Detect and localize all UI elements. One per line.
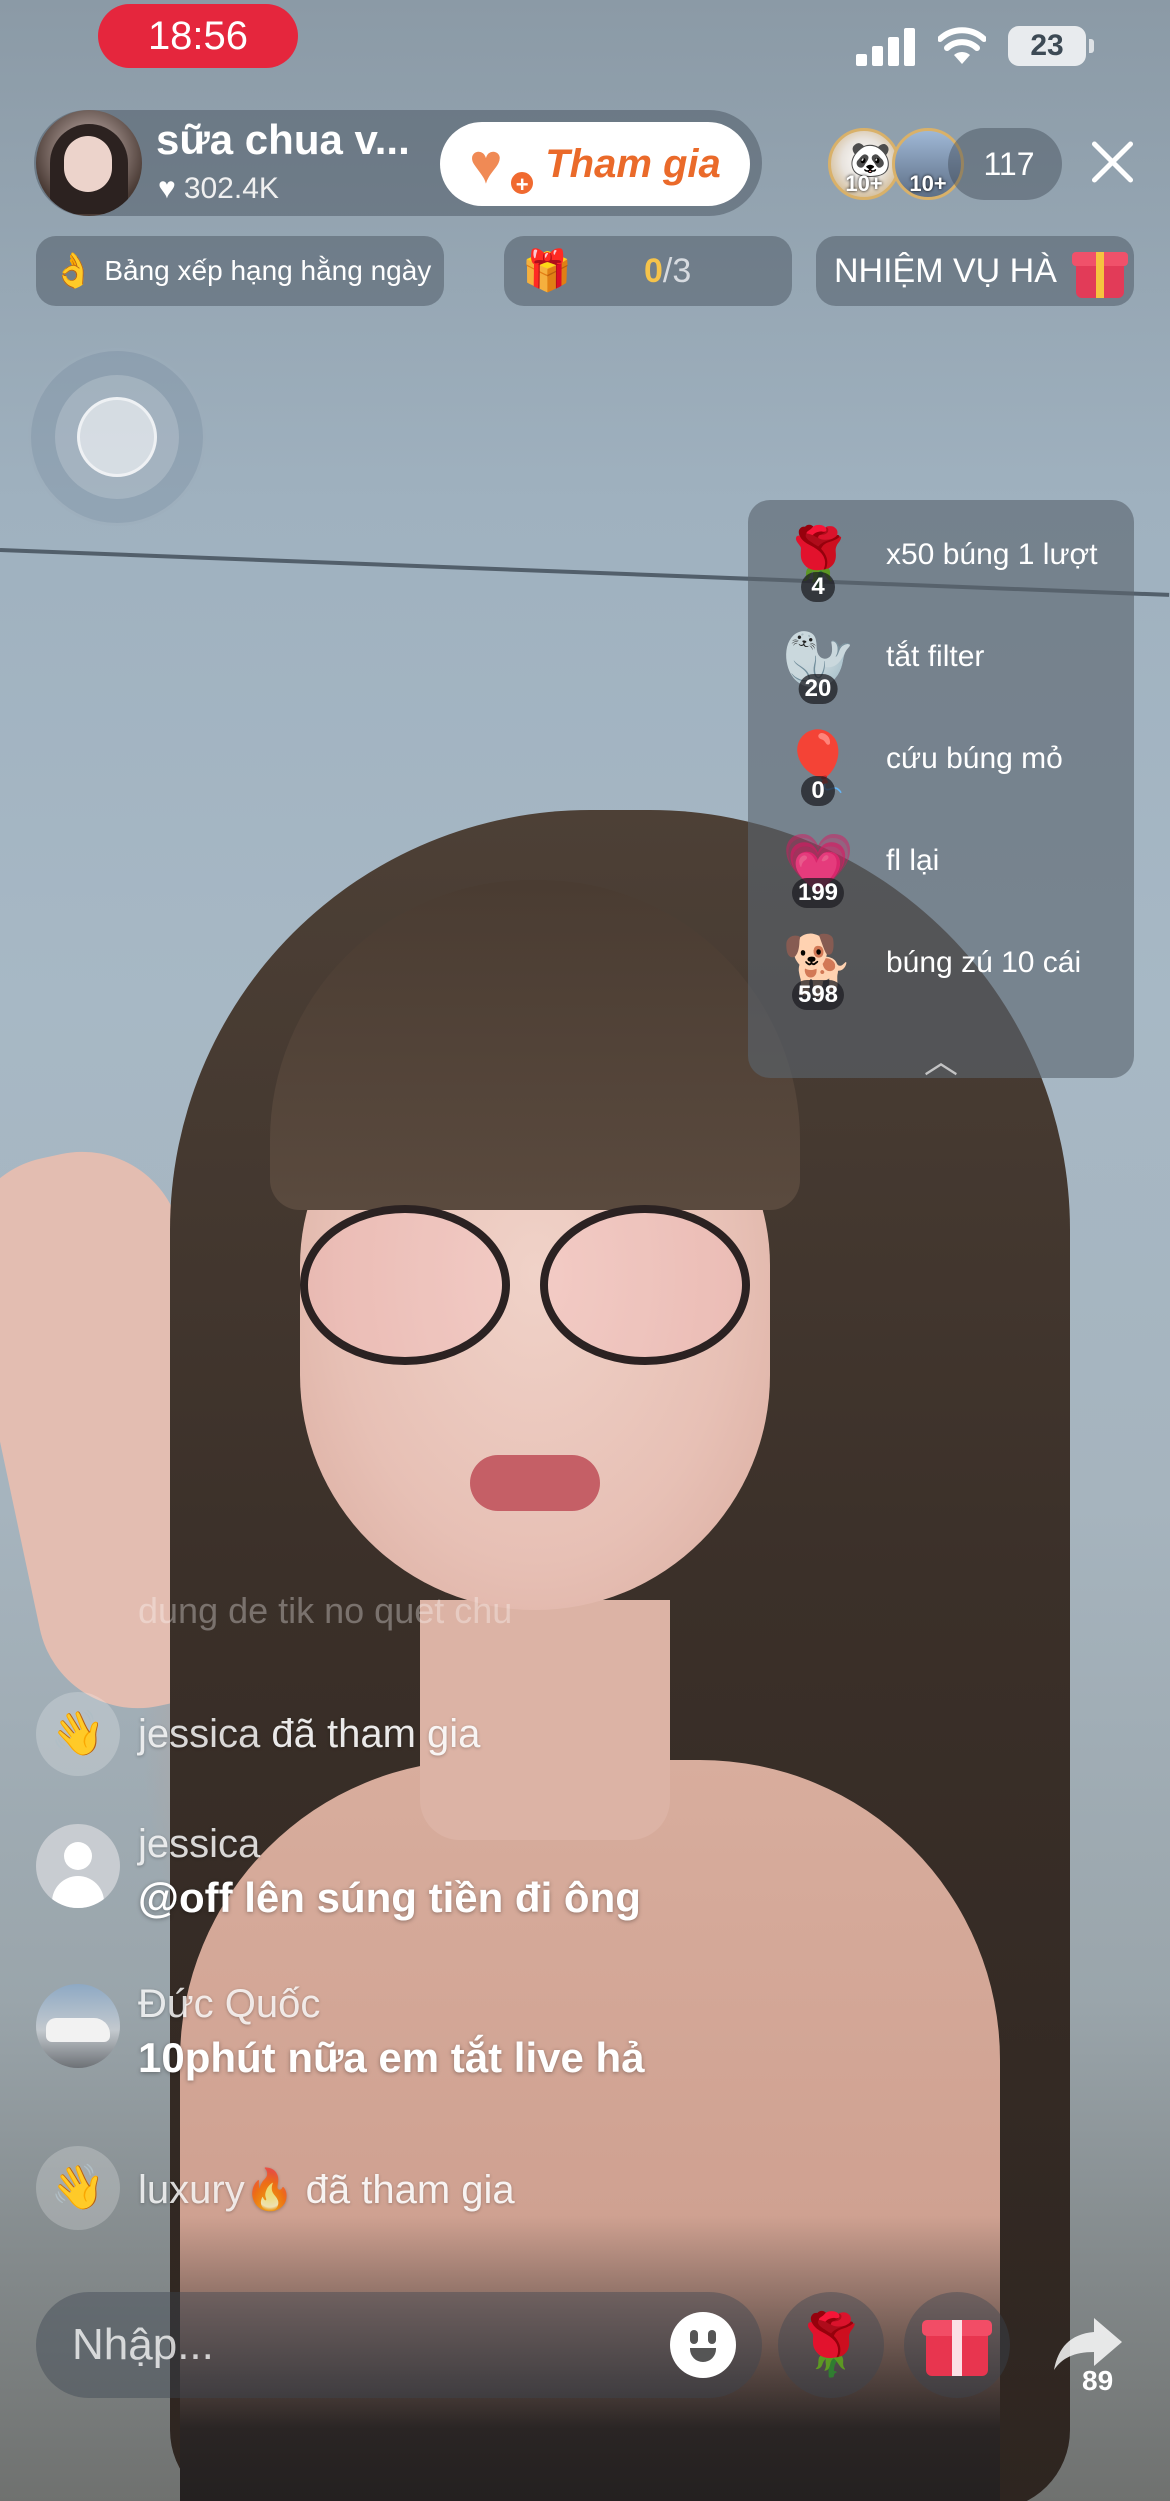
chat-message-text: @off lên súng tiền đi ông [138,1874,641,1921]
host-name[interactable]: sữa chua v... [156,116,436,164]
status-time: 18:56 [98,4,298,68]
glasses-left-lens [300,1205,510,1365]
gift-progress-pill[interactable]: 🎁 0/3 [504,236,792,306]
battery-icon: 23 [1008,26,1094,66]
gift-goal-row[interactable]: 🌹 4 x50 búng 1 lượt [748,506,1134,608]
chat-message-text: 10phút nữa em tắt live hả [138,2034,645,2081]
streamer-lips [470,1455,600,1511]
gift-goals-panel[interactable]: 🌹 4 x50 búng 1 lượt 🦭 20 tắt filter 🎈 0 … [748,500,1134,1081]
gift-goal-row[interactable]: 💗 199 fl lại [748,812,1134,914]
join-fan-club-button[interactable]: ♥ + Tham gia [440,122,750,206]
wifi-icon [938,27,986,64]
gift-progress: 0/3 [644,252,692,290]
join-label: Tham gia [545,141,721,186]
default-avatar-icon[interactable] [36,1824,120,1908]
share-count: 89 [1082,2365,1114,2396]
emoji-icon[interactable] [670,2312,736,2378]
comment-input[interactable]: Nhập... [36,2292,762,2398]
comment-input-placeholder: Nhập... [72,2320,214,2369]
chat-join-text: đã tham gia [271,1712,481,1756]
daily-tasks-label: NHIỆM VỤ HÀ [834,251,1057,290]
host-avatar[interactable] [36,110,142,216]
cellular-signal-icon [856,26,916,66]
share-button[interactable]: 89 [1030,2292,1136,2398]
chat-username[interactable]: jessica [138,1822,260,1867]
gift-box-icon [1070,238,1130,302]
daily-tasks-pill[interactable]: NHIỆM VỤ HÀ [816,236,1134,306]
chat-faded-message: dung de tik no quet chu [138,1590,513,1631]
gift-goal-row[interactable]: 🐕 598 búng zú 10 cái [748,914,1134,1016]
host-likes: ♥ 302.4K [158,172,279,206]
wave-icon: 👋 [36,2146,120,2230]
floating-assistive-button[interactable] [28,348,206,526]
gift-button[interactable] [904,2292,1010,2398]
seal-icon: 🦭 20 [782,627,855,704]
thumb-flame-icon: 👌 [52,252,95,290]
heart-plus-icon: ♥ + [469,136,536,197]
chat-username[interactable]: luxury🔥 [138,2168,295,2212]
rose-icon: 🌹 4 [782,525,855,602]
corgi-icon: 🐕 598 [782,933,855,1010]
gift-goal-row[interactable]: 🎈 0 cứu búng mỏ [748,710,1134,812]
top-viewer-avatar-1[interactable]: 🐼 10+ [828,128,900,200]
balloons-icon: 🎈 0 [782,729,855,806]
host-likes-count: 302.4K [183,172,279,205]
rose-icon: 🌹 [793,2311,869,2378]
wave-icon: 👋 [36,1692,120,1776]
glasses-right-lens [540,1205,750,1365]
gift-icon: 🎁 [522,249,572,293]
heart-icon: ♥ [158,172,176,205]
chat-join-text: đã tham gia [305,2168,515,2212]
close-icon[interactable] [1082,132,1142,192]
gift-goal-row[interactable]: 🦭 20 tắt filter [748,608,1134,710]
chevron-up-icon[interactable]: ︿ [748,1034,1134,1083]
avatar[interactable] [36,1984,120,2068]
viewer-count[interactable]: 117 [948,128,1062,200]
rose-gift-button[interactable]: 🌹 [778,2292,884,2398]
daily-ranking-label: Bảng xếp hạng hằng ngày [104,255,432,286]
chat-username[interactable]: Đức Quốc [138,1982,320,2027]
chat-username[interactable]: jessica [138,1712,260,1756]
daily-ranking-pill[interactable]: 👌 Bảng xếp hạng hằng ngày [36,236,444,306]
heart-icon: 💗 199 [782,831,855,908]
viewer-badge: 10+ [845,171,883,196]
